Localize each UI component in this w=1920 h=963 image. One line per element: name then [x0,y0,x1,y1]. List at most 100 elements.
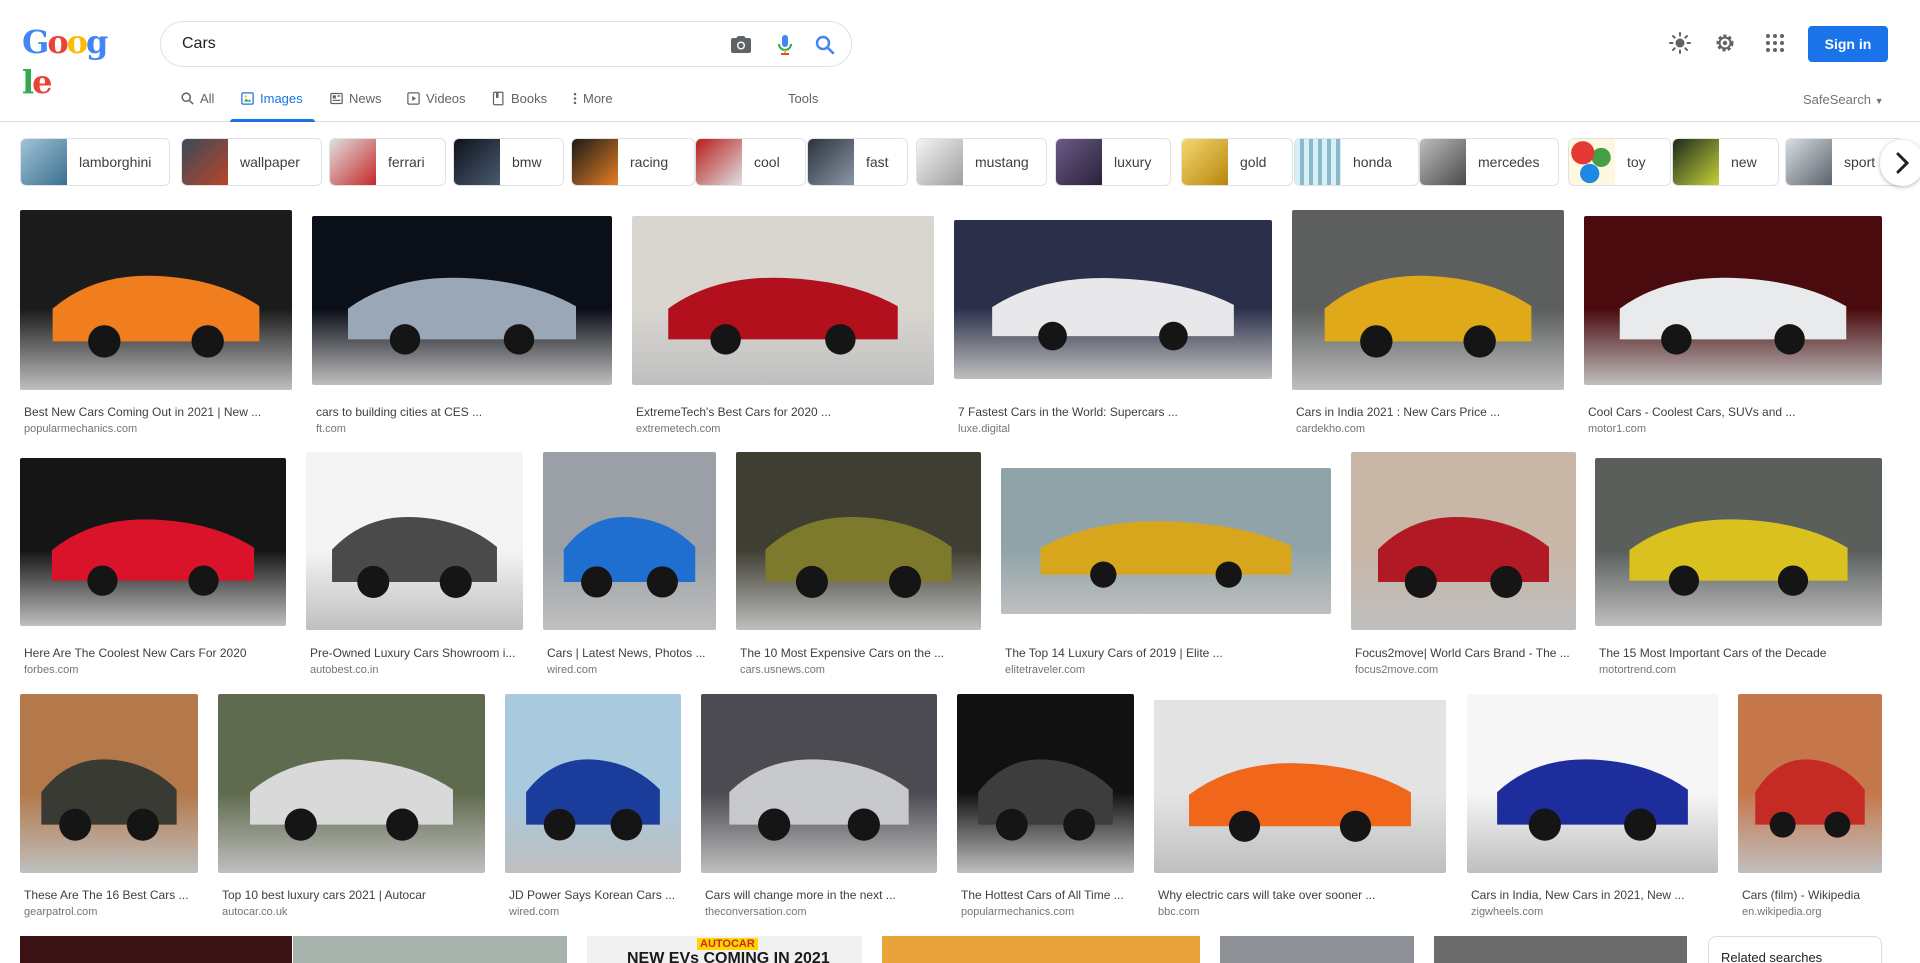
result-thumbnail[interactable] [20,210,292,390]
search-icon[interactable] [813,33,837,57]
chips-next-button[interactable] [1880,140,1920,186]
image-result[interactable] [293,936,567,963]
chip-bmw[interactable]: bmw [453,138,564,186]
camera-icon[interactable] [729,33,753,57]
result-source[interactable]: gearpatrol.com [24,906,196,918]
result-title[interactable]: The Top 14 Luxury Cars of 2019 | Elite .… [1005,646,1329,660]
result-title[interactable]: cars to building cities at CES ... [316,405,610,419]
result-thumbnail[interactable] [505,694,681,873]
result-source[interactable]: cardekho.com [1296,423,1562,435]
chip-new[interactable]: new [1672,138,1779,186]
result-source[interactable]: popularmechanics.com [961,906,1132,918]
brightness-icon[interactable] [1668,31,1692,55]
result-source[interactable]: autobest.co.in [310,664,521,676]
result-title[interactable]: JD Power Says Korean Cars ... [509,888,679,902]
result-thumbnail[interactable] [1738,694,1882,873]
result-thumbnail[interactable] [1292,210,1564,390]
result-source[interactable]: focus2move.com [1355,664,1574,676]
chip-racing[interactable]: racing [571,138,695,186]
tab-images[interactable]: Images [230,86,315,122]
result-source[interactable]: theconversation.com [705,906,935,918]
gear-icon[interactable] [1713,31,1737,55]
result-title[interactable]: Cars | Latest News, Photos ... [547,646,714,660]
result-title[interactable]: Cars in India 2021 : New Cars Price ... [1296,405,1562,419]
tab-videos[interactable]: Videos [406,86,466,122]
apps-grid-icon[interactable] [1763,31,1787,55]
chip-mustang[interactable]: mustang [916,138,1047,186]
result-title[interactable]: Here Are The Coolest New Cars For 2020 [24,646,284,660]
tab-news[interactable]: News [329,86,382,122]
result-source[interactable]: wired.com [547,664,714,676]
result-source[interactable]: elitetraveler.com [1005,664,1329,676]
result-thumbnail[interactable] [701,694,937,873]
result-title[interactable]: Cars (film) - Wikipedia [1742,888,1880,902]
result-source[interactable]: bbc.com [1158,906,1444,918]
result-thumbnail[interactable] [1351,452,1576,630]
result-source[interactable]: motortrend.com [1599,664,1880,676]
chip-gold[interactable]: gold [1181,138,1293,186]
result-title[interactable]: The 15 Most Important Cars of the Decade [1599,646,1880,660]
search-input[interactable] [182,32,702,56]
microphone-icon[interactable] [773,33,797,57]
result-source[interactable]: wired.com [509,906,679,918]
result-source[interactable]: autocar.co.uk [222,906,483,918]
result-thumbnail[interactable] [736,452,981,630]
chip-cool[interactable]: cool [695,138,806,186]
chip-mercedes[interactable]: mercedes [1419,138,1559,186]
result-source[interactable]: forbes.com [24,664,284,676]
sign-in-button[interactable]: Sign in [1808,26,1888,62]
result-title[interactable]: 7 Fastest Cars in the World: Supercars .… [958,405,1270,419]
tab-tools[interactable]: Tools [788,86,818,122]
result-thumbnail[interactable] [1595,458,1882,626]
result-title[interactable]: Best New Cars Coming Out in 2021 | New .… [24,405,290,419]
image-result[interactable] [1434,936,1687,963]
result-title[interactable]: Top 10 best luxury cars 2021 | Autocar [222,888,483,902]
result-thumbnail[interactable] [20,694,198,873]
result-title[interactable]: Why electric cars will take over sooner … [1158,888,1444,902]
image-result[interactable] [1220,936,1414,963]
result-thumbnail[interactable] [1154,700,1446,873]
result-source[interactable]: en.wikipedia.org [1742,906,1880,918]
safesearch-toggle[interactable]: SafeSearch ▼ [1803,92,1883,107]
result-title[interactable]: Pre-Owned Luxury Cars Showroom i... [310,646,521,660]
chip-ferrari[interactable]: ferrari [329,138,446,186]
result-thumbnail[interactable] [218,694,485,873]
chip-honda[interactable]: honda [1294,138,1419,186]
result-thumbnail[interactable] [1467,694,1718,873]
result-title[interactable]: Cool Cars - Coolest Cars, SUVs and ... [1588,405,1880,419]
tab-all[interactable]: All [180,86,214,122]
chip-toy[interactable]: toy [1568,138,1671,186]
result-source[interactable]: zigwheels.com [1471,906,1716,918]
result-thumbnail[interactable] [957,694,1134,873]
result-title[interactable]: These Are The 16 Best Cars ... [24,888,196,902]
related-searches-panel[interactable]: Related searches [1708,936,1882,963]
tab-books[interactable]: Books [491,86,547,122]
google-logo[interactable]: Google [22,22,116,101]
result-thumbnail[interactable] [632,216,934,385]
result-source[interactable]: cars.usnews.com [740,664,979,676]
result-title[interactable]: The 10 Most Expensive Cars on the ... [740,646,979,660]
image-result[interactable] [882,936,1200,963]
result-title[interactable]: Cars in India, New Cars in 2021, New ... [1471,888,1716,902]
search-box[interactable] [160,21,852,67]
result-source[interactable]: popularmechanics.com [24,423,290,435]
result-thumbnail[interactable] [954,220,1272,379]
result-title[interactable]: The Hottest Cars of All Time ... [961,888,1132,902]
result-thumbnail[interactable] [306,452,523,630]
chip-fast[interactable]: fast [807,138,908,186]
result-thumbnail[interactable] [1584,216,1882,385]
result-title[interactable]: ExtremeTech's Best Cars for 2020 ... [636,405,932,419]
chip-lamborghini[interactable]: lamborghini [20,138,170,186]
result-title[interactable]: Focus2move| World Cars Brand - The ... [1355,646,1574,660]
chip-luxury[interactable]: luxury [1055,138,1171,186]
result-source[interactable]: ft.com [316,423,610,435]
result-source[interactable]: luxe.digital [958,423,1270,435]
result-source[interactable]: extremetech.com [636,423,932,435]
result-thumbnail[interactable] [20,458,286,626]
image-result[interactable] [20,936,292,963]
result-thumbnail[interactable] [312,216,612,385]
result-title[interactable]: Cars will change more in the next ... [705,888,935,902]
chip-wallpaper[interactable]: wallpaper [181,138,322,186]
image-result[interactable]: AUTOCAR NEW EVs COMING IN 2021 [587,936,862,963]
result-thumbnail[interactable] [543,452,716,630]
